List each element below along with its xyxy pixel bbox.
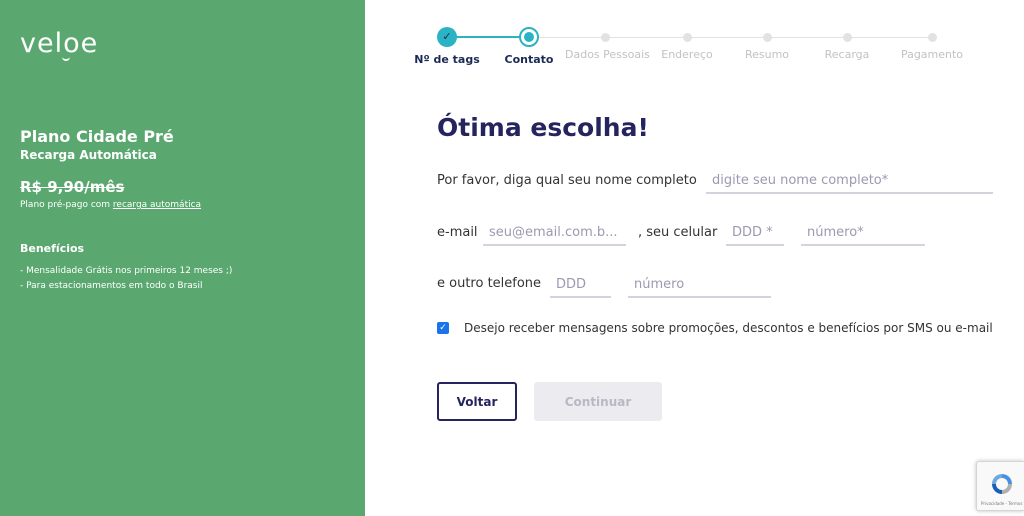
recaptcha-icon — [992, 474, 1012, 494]
step-label: Pagamento — [900, 48, 964, 61]
step-label: Resumo — [744, 48, 790, 61]
plan-name: Plano Cidade Pré — [20, 127, 174, 146]
sms-optin-checkbox[interactable]: ✓ — [437, 322, 449, 334]
benefits-list: - Mensalidade Grátis nos primeiros 12 me… — [20, 264, 232, 294]
other-phone-label: e outro telefone — [437, 276, 542, 291]
step-dot — [842, 33, 852, 42]
progress-stepper: ✓ Nº de tags Contato Dados Pessoais Ende… — [410, 24, 1000, 74]
phone-label: , seu celular — [638, 225, 718, 240]
step-pagamento[interactable]: Pagamento — [892, 24, 972, 61]
step-dot — [927, 33, 937, 42]
benefits-title: Benefícios — [20, 242, 85, 255]
name-label: Por favor, diga qual seu nome completo — [437, 173, 697, 188]
benefit-item: - Para estacionamentos em todo o Brasil — [20, 281, 203, 291]
step-dot — [682, 33, 692, 42]
plan-subtitle: Recarga Automática — [20, 148, 157, 162]
veloe-logo[interactable]: veloe — [20, 28, 98, 59]
check-icon: ✓ — [437, 27, 457, 47]
step-endereco[interactable]: Endereço — [647, 24, 727, 61]
plan-desc-text: Plano pré-pago com — [20, 200, 113, 210]
page-title: Ótima escolha! — [437, 113, 649, 142]
email-label: e-mail — [437, 225, 478, 240]
other-phone-number-input[interactable] — [628, 272, 771, 298]
step-label: Endereço — [661, 48, 713, 61]
recaptcha-badge[interactable]: Privacidade - Termos — [976, 461, 1024, 511]
recaptcha-links[interactable]: Privacidade - Termos — [981, 501, 1022, 506]
logo-smile-icon — [62, 57, 70, 61]
step-num-tags[interactable]: ✓ Nº de tags — [407, 24, 487, 66]
benefit-item: - Mensalidade Grátis nos primeiros 12 me… — [20, 266, 233, 276]
continue-button[interactable]: Continuar — [534, 382, 662, 421]
step-dot — [600, 33, 610, 42]
plan-sidebar: veloe Plano Cidade Pré Recarga Automátic… — [0, 0, 365, 516]
step-label: Nº de tags — [414, 53, 480, 66]
phone-number-input[interactable] — [801, 220, 925, 246]
full-name-input[interactable] — [706, 168, 993, 194]
ddd-input[interactable] — [726, 220, 784, 246]
step-label: Dados Pessoais — [565, 48, 650, 61]
step-recarga[interactable]: Recarga — [807, 24, 887, 61]
recarga-automatica-link[interactable]: recarga automática — [113, 200, 201, 210]
step-resumo[interactable]: Resumo — [727, 24, 807, 61]
plan-price: R$ 9,90/mês — [20, 178, 125, 196]
step-dados-pessoais[interactable]: Dados Pessoais — [565, 24, 650, 61]
plan-description: Plano pré-pago com recarga automática — [20, 200, 201, 210]
other-ddd-input[interactable] — [550, 272, 611, 298]
step-label: Recarga — [824, 48, 870, 61]
sms-optin-label[interactable]: Desejo receber mensagens sobre promoções… — [464, 321, 993, 335]
checkmark-icon: ✓ — [439, 323, 447, 333]
back-button[interactable]: Voltar — [437, 382, 517, 421]
current-step-icon — [519, 27, 539, 47]
step-dot — [762, 33, 772, 42]
email-input[interactable] — [483, 220, 626, 246]
step-contato[interactable]: Contato — [489, 24, 569, 66]
step-label: Contato — [504, 53, 554, 66]
